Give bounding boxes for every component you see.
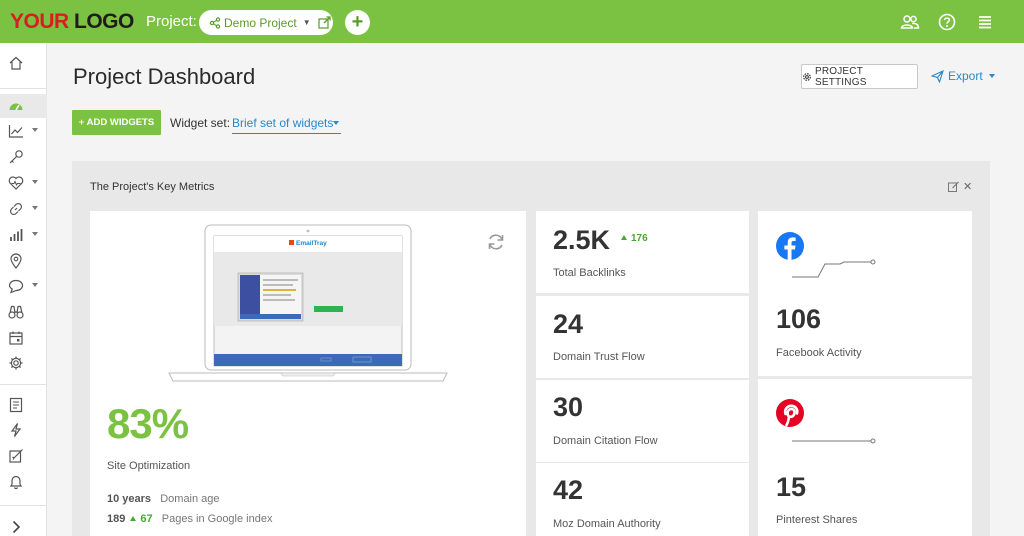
project-selector[interactable]: Demo Project ▼	[199, 10, 333, 35]
sidebar-item-alerts[interactable]	[0, 418, 47, 442]
add-widgets-button[interactable]: + ADD WIDGETS	[72, 110, 161, 135]
add-project-button[interactable]: +	[345, 10, 370, 35]
metric-label: Domain Citation Flow	[553, 435, 658, 447]
help-icon[interactable]	[937, 12, 957, 32]
sidebar-item-social[interactable]	[0, 274, 47, 298]
sidebar-item-dashboard[interactable]	[0, 94, 47, 118]
settings-icon	[9, 356, 23, 370]
users-icon[interactable]	[900, 12, 920, 32]
expand-icon	[12, 520, 21, 534]
social-value: 15	[776, 472, 807, 502]
sidebar-item-competitors[interactable]	[0, 300, 47, 324]
project-label: Project:	[146, 13, 197, 30]
metric-value: 30	[553, 392, 584, 422]
social-icon	[8, 279, 24, 294]
sidebar-item-rankings[interactable]	[0, 119, 47, 143]
metric-delta: 176	[621, 233, 648, 244]
metric-label: Moz Domain Authority	[553, 518, 661, 530]
domain-age-row: 10 years Domain age	[107, 493, 220, 505]
sidebar-expand[interactable]	[0, 515, 47, 536]
local-icon	[10, 253, 22, 269]
sidebar-item-analytics[interactable]	[0, 223, 47, 247]
pinterest-icon	[776, 399, 804, 427]
project-settings-button[interactable]: PROJECT SETTINGS	[801, 64, 918, 89]
pinterest-sparkline	[792, 438, 876, 444]
calendar-icon	[9, 331, 23, 345]
sidebar-item-backlinks[interactable]	[0, 197, 47, 221]
social-value: 106	[776, 304, 822, 334]
sidebar-item-local[interactable]	[0, 249, 47, 273]
sidebar-item-home[interactable]	[0, 51, 47, 75]
page-title: Project Dashboard	[73, 64, 256, 89]
project-name: Demo Project	[224, 15, 297, 30]
close-icon[interactable]: ✕	[963, 180, 972, 193]
sidebar-item-reports[interactable]	[0, 393, 47, 417]
external-edit-icon[interactable]	[318, 16, 331, 29]
site-screenshot: EmailTray	[168, 224, 448, 382]
optimization-percent: 83%	[107, 400, 189, 447]
metric-value: 42	[553, 475, 584, 505]
trend-up-icon	[621, 235, 627, 240]
share-icon	[209, 16, 221, 29]
site-audit-icon	[8, 176, 24, 190]
sidebar-item-tasks[interactable]	[0, 444, 47, 468]
chevron-down-icon	[333, 121, 339, 125]
menu-icon[interactable]	[975, 12, 995, 32]
gear-icon	[803, 72, 811, 81]
screenshot-brand: EmailTray	[296, 240, 327, 247]
sidebar-item-settings[interactable]	[0, 351, 47, 375]
top-bar: YOUR LOGO Project: Demo Project ▼ +	[0, 0, 1024, 43]
tasks-icon	[9, 449, 23, 463]
sidebar	[0, 43, 47, 536]
export-button[interactable]: Export	[931, 69, 995, 83]
sidebar-item-calendar[interactable]	[0, 326, 47, 350]
keywords-icon	[9, 150, 23, 164]
alerts-icon	[10, 423, 22, 437]
competitors-icon	[8, 305, 24, 319]
pages-indexed-row: 189 67 Pages in Google index	[107, 513, 273, 525]
dashboard-icon	[9, 103, 23, 111]
panel-title: The Project's Key Metrics	[90, 181, 215, 193]
metric-value: 2.5K	[553, 225, 611, 255]
notifications-icon	[9, 475, 23, 490]
social-label: Facebook Activity	[776, 347, 862, 359]
sidebar-item-keywords[interactable]	[0, 145, 47, 169]
trend-up-icon	[130, 516, 137, 521]
optimization-label: Site Optimization	[107, 460, 191, 472]
analytics-icon	[10, 229, 23, 241]
metric-value: 24	[553, 309, 584, 339]
social-label: Pinterest Shares	[776, 514, 858, 526]
send-icon	[931, 69, 944, 83]
metric-label: Total Backlinks	[553, 267, 626, 279]
widget-set-label: Widget set:	[170, 116, 231, 130]
reports-icon	[9, 397, 23, 413]
sidebar-item-site-audit[interactable]	[0, 171, 47, 195]
facebook-sparkline	[792, 259, 876, 278]
logo[interactable]: YOUR LOGO	[10, 10, 134, 34]
edit-icon[interactable]	[948, 181, 959, 192]
metric-label: Domain Trust Flow	[553, 351, 645, 363]
sidebar-item-notifications[interactable]	[0, 470, 47, 494]
widget-set-select[interactable]: Brief set of widgets	[232, 116, 341, 134]
chevron-down-icon	[988, 74, 995, 78]
home-icon	[9, 56, 23, 70]
rankings-icon	[8, 125, 23, 138]
backlinks-icon	[9, 202, 23, 216]
refresh-icon[interactable]	[486, 232, 506, 252]
chevron-down-icon: ▼	[302, 18, 311, 27]
